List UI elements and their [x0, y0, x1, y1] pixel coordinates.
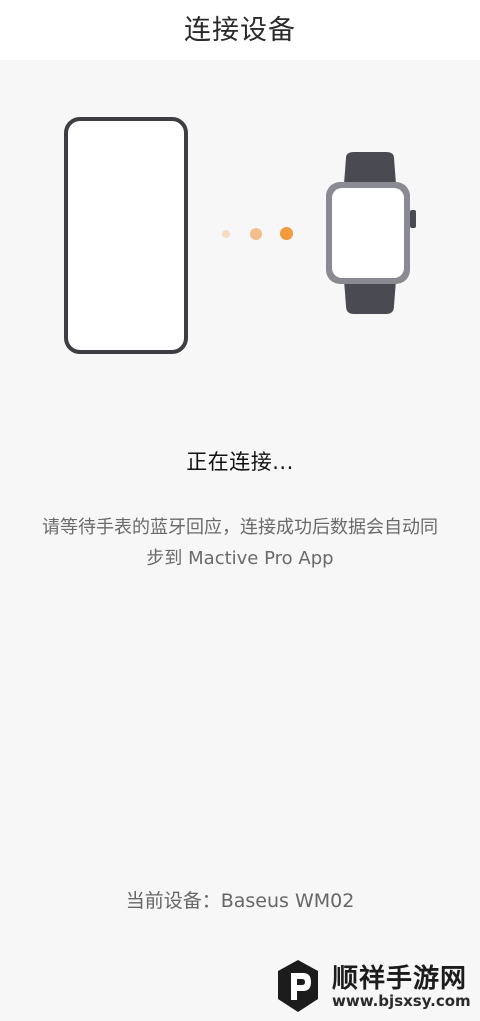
watermark-site-name: 顺祥手游网: [332, 964, 468, 994]
instruction-text: 请等待手表的蓝牙回应，连接成功后数据会自动同步到 Mactive Pro App: [42, 517, 438, 569]
connection-illustration: [0, 60, 480, 380]
progress-dot-1: [222, 230, 230, 238]
current-device-info: 当前设备：Baseus WM02: [0, 886, 480, 913]
watermark-url: www.bjsxsy.com: [332, 992, 471, 1010]
connecting-status: 正在连接...: [186, 450, 294, 474]
progress-dot-2: [250, 228, 262, 240]
phone-outline-icon: [64, 117, 188, 354]
smartwatch-icon: [326, 152, 416, 314]
page-title: 连接设备: [184, 15, 296, 46]
current-device-name: Baseus WM02: [220, 890, 355, 912]
current-device-label: 当前设备：: [125, 890, 221, 912]
site-watermark: 顺祥手游网 www.bjsxsy.com: [274, 958, 474, 1018]
watermark-logo-icon: [278, 960, 318, 1012]
progress-dot-3: [280, 227, 293, 240]
header-bar: 连接设备: [0, 0, 480, 60]
